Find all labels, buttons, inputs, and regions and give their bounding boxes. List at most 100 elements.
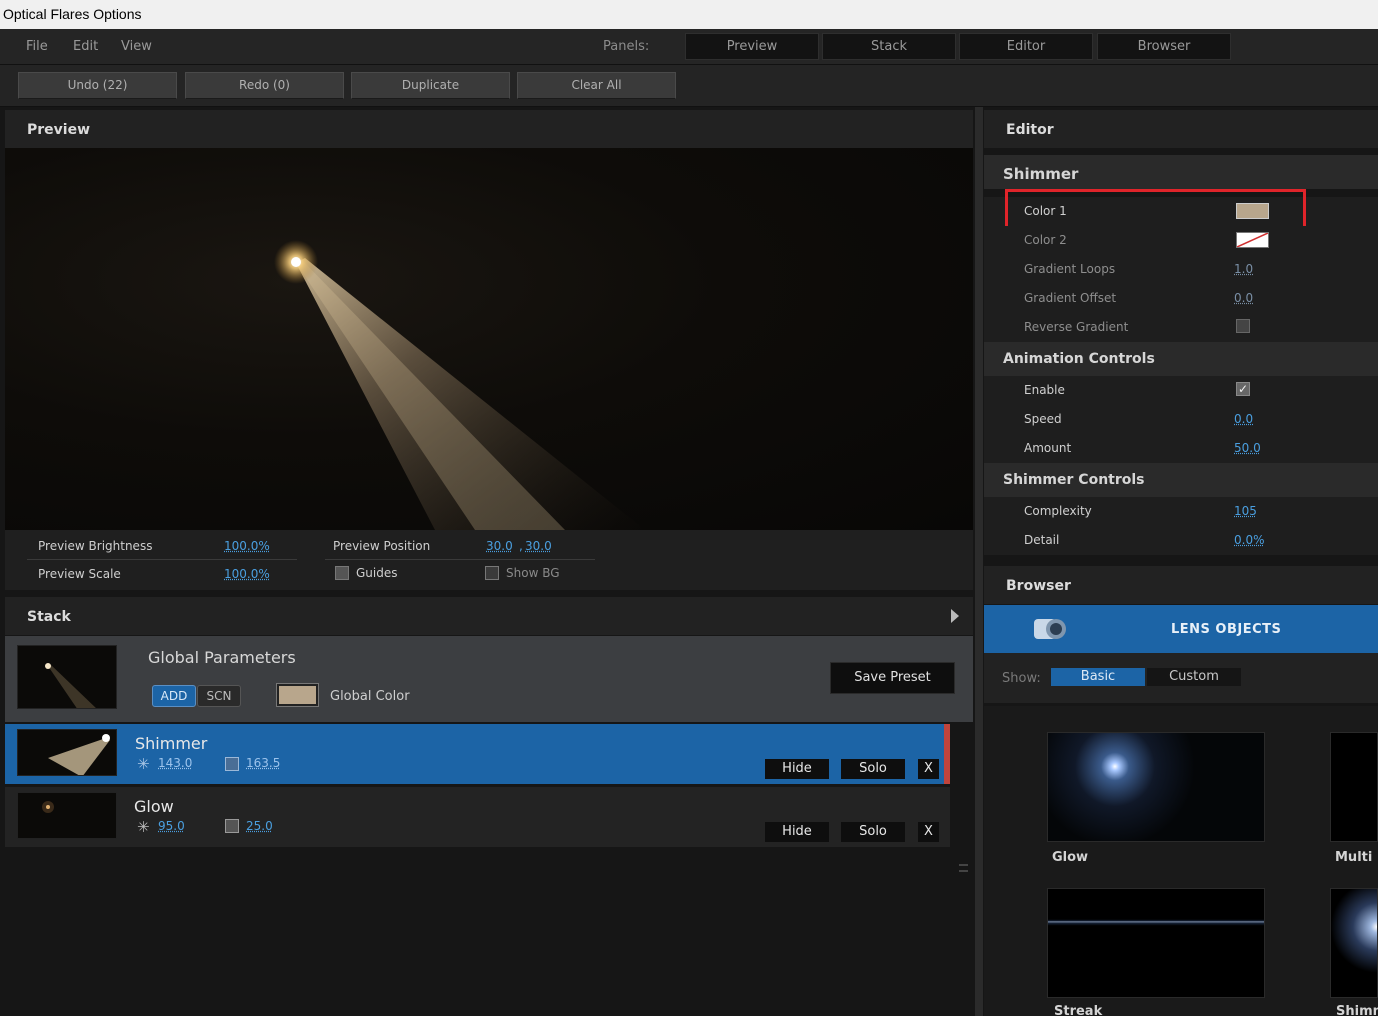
preview-scale-value[interactable]: 100.0%: [224, 567, 270, 581]
scale-icon: [225, 819, 239, 833]
guides-checkbox[interactable]: [335, 566, 349, 580]
detail-label: Detail: [1024, 533, 1060, 547]
layer-brightness-value[interactable]: 95.0: [158, 819, 185, 833]
lens-objects-label: LENS OBJECTS: [1171, 622, 1282, 637]
gradient-offset-label: Gradient Offset: [1024, 291, 1117, 305]
browser-filter-bar: Show: Basic Custom: [984, 653, 1378, 703]
preview-panel-header: Preview: [5, 110, 973, 148]
menu-edit[interactable]: Edit: [73, 39, 98, 54]
gradient-loops-value[interactable]: 1.0: [1234, 262, 1253, 276]
browser-item-glow[interactable]: [1047, 732, 1265, 842]
browser-item-multi-iris[interactable]: [1330, 732, 1378, 842]
global-parameters-title: Global Parameters: [148, 648, 296, 667]
amount-value[interactable]: 50.0: [1234, 441, 1261, 455]
solo-button[interactable]: Solo: [841, 759, 905, 779]
preview-scale-label: Preview Scale: [38, 567, 121, 581]
editor-row-enable[interactable]: Enable ✓: [984, 376, 1378, 405]
hide-button[interactable]: Hide: [765, 759, 829, 779]
editor-row-reverse-gradient[interactable]: Reverse Gradient: [984, 313, 1378, 342]
preview-position-label: Preview Position: [333, 539, 431, 553]
panel-browser-button[interactable]: Browser: [1097, 33, 1231, 60]
layer-name[interactable]: Shimmer: [135, 734, 207, 753]
amount-label: Amount: [1024, 441, 1072, 455]
custom-filter-button[interactable]: Custom: [1147, 668, 1241, 686]
preview-position-y[interactable]: 30.0: [525, 539, 552, 553]
color2-swatch[interactable]: [1236, 232, 1269, 248]
gradient-loops-label: Gradient Loops: [1024, 262, 1116, 276]
glow-thumbnail: [17, 792, 117, 839]
editor-panel-header: Editor: [984, 110, 1378, 148]
browser-item-shimmer[interactable]: [1330, 888, 1378, 998]
undo-button[interactable]: Undo (22): [18, 72, 177, 99]
editor-row-amount[interactable]: Amount 50.0: [984, 434, 1378, 463]
show-label: Show:: [1002, 671, 1041, 686]
scn-mode-button[interactable]: SCN: [197, 685, 241, 707]
speed-label: Speed: [1024, 412, 1062, 426]
editor-section-shimmer: Shimmer: [984, 155, 1378, 189]
vertical-splitter[interactable]: [975, 107, 983, 1016]
menu-view[interactable]: View: [121, 39, 152, 54]
stack-expand-arrow-icon[interactable]: [951, 609, 959, 623]
speed-value[interactable]: 0.0: [1234, 412, 1253, 426]
shimmer-thumbnail: [17, 729, 117, 776]
browser-item-label: Streak: [1054, 1004, 1103, 1016]
hide-button[interactable]: Hide: [765, 822, 829, 842]
resize-grip-icon[interactable]: [959, 864, 968, 872]
optical-flares-window: Optical Flares Options File Edit View Pa…: [0, 0, 1378, 1016]
editor-row-detail[interactable]: Detail 0.0%: [984, 526, 1378, 555]
panels-label: Panels:: [603, 39, 650, 54]
layer-name[interactable]: Glow: [134, 797, 174, 816]
layer-scale-value[interactable]: 163.5: [246, 756, 280, 770]
enable-checkbox[interactable]: ✓: [1236, 382, 1250, 396]
preview-brightness-value[interactable]: 100.0%: [224, 539, 270, 553]
add-mode-button[interactable]: ADD: [152, 685, 196, 707]
lens-objects-tab[interactable]: LENS OBJECTS: [984, 605, 1378, 653]
complexity-value[interactable]: 105: [1234, 504, 1257, 518]
panel-preview-button[interactable]: Preview: [685, 33, 819, 60]
editor-section-shimmer-controls: Shimmer Controls: [984, 463, 1378, 497]
detail-value[interactable]: 0.0%: [1234, 533, 1265, 547]
preview-position-separator: ,: [519, 539, 523, 553]
editor-row-complexity[interactable]: Complexity 105: [984, 497, 1378, 526]
duplicate-button[interactable]: Duplicate: [351, 72, 510, 99]
gradient-offset-value[interactable]: 0.0: [1234, 291, 1253, 305]
menu-file[interactable]: File: [26, 39, 48, 54]
basic-filter-button[interactable]: Basic: [1051, 668, 1145, 686]
solo-button[interactable]: Solo: [841, 822, 905, 842]
panel-stack-button[interactable]: Stack: [822, 33, 956, 60]
save-preset-button[interactable]: Save Preset: [830, 662, 955, 694]
layer-selection-marker: [944, 724, 950, 784]
brightness-icon: ✳: [137, 755, 150, 773]
browser-item-label: Multi Iris: [1335, 850, 1378, 865]
color2-label: Color 2: [1024, 233, 1067, 247]
browser-item-label: Shimmer: [1336, 1004, 1378, 1016]
clear-all-button[interactable]: Clear All: [517, 72, 676, 99]
reverse-gradient-label: Reverse Gradient: [1024, 320, 1129, 334]
show-bg-label: Show BG: [506, 566, 560, 580]
preview-viewport[interactable]: [5, 148, 973, 530]
global-color-swatch[interactable]: [276, 683, 319, 707]
global-thumbnail: [17, 645, 117, 709]
editor-row-color2[interactable]: Color 2: [984, 226, 1378, 255]
layer-scale-value[interactable]: 25.0: [246, 819, 273, 833]
flare-preview-image: [274, 240, 645, 530]
redo-button[interactable]: Redo (0): [185, 72, 344, 99]
divider: [27, 559, 297, 560]
complexity-label: Complexity: [1024, 504, 1092, 518]
reverse-gradient-checkbox[interactable]: [1236, 319, 1250, 333]
preview-position-x[interactable]: 30.0: [486, 539, 513, 553]
browser-panel-header: Browser: [984, 566, 1378, 604]
editor-row-gradient-offset[interactable]: Gradient Offset 0.0: [984, 284, 1378, 313]
browser-item-streak[interactable]: [1047, 888, 1265, 998]
layer-brightness-value[interactable]: 143.0: [158, 756, 192, 770]
show-bg-checkbox[interactable]: [485, 566, 499, 580]
editor-section-animation: Animation Controls: [984, 342, 1378, 376]
editor-row-speed[interactable]: Speed 0.0: [984, 405, 1378, 434]
browser-item-label: Glow: [1052, 850, 1089, 865]
remove-layer-button[interactable]: X: [918, 822, 939, 842]
panel-editor-button[interactable]: Editor: [959, 33, 1093, 60]
guides-label: Guides: [356, 566, 398, 580]
remove-layer-button[interactable]: X: [918, 759, 939, 779]
scale-icon: [225, 757, 239, 771]
editor-row-gradient-loops[interactable]: Gradient Loops 1.0: [984, 255, 1378, 284]
